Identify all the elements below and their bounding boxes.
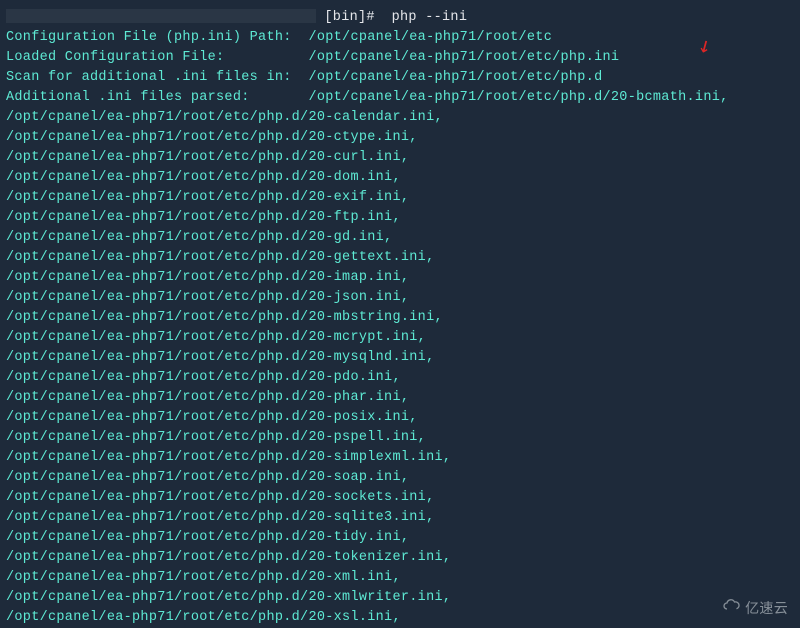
ini-file-entry: /opt/cpanel/ea-php71/root/etc/php.d/20-j… [6, 288, 794, 308]
ini-file-entry: /opt/cpanel/ea-php71/root/etc/php.d/20-s… [6, 448, 794, 468]
scan-dir-value: /opt/cpanel/ea-php71/root/etc/php.d [308, 70, 602, 85]
terminal-output[interactable]: [bin]# php --ini Configuration File (php… [6, 8, 794, 628]
ini-file-entry: /opt/cpanel/ea-php71/root/etc/php.d/20-c… [6, 128, 794, 148]
ini-file-entry: /opt/cpanel/ea-php71/root/etc/php.d/20-g… [6, 248, 794, 268]
config-path-line: Configuration File (php.ini) Path: /opt/… [6, 28, 794, 48]
ini-file-entry: /opt/cpanel/ea-php71/root/etc/php.d/20-p… [6, 368, 794, 388]
ini-file-entry: /opt/cpanel/ea-php71/root/etc/php.d/20-x… [6, 608, 794, 628]
ini-file-entry: /opt/cpanel/ea-php71/root/etc/php.d/20-p… [6, 408, 794, 428]
additional-ini-label: Additional .ini files parsed: [6, 90, 308, 105]
ini-file-entry: /opt/cpanel/ea-php71/root/etc/php.d/20-x… [6, 568, 794, 588]
ini-file-entry: /opt/cpanel/ea-php71/root/etc/php.d/20-g… [6, 228, 794, 248]
ini-file-entry: /opt/cpanel/ea-php71/root/etc/php.d/20-m… [6, 348, 794, 368]
additional-ini-value: /opt/cpanel/ea-php71/root/etc/php.d/20-b… [308, 90, 728, 105]
ini-file-entry: /opt/cpanel/ea-php71/root/etc/php.d/20-p… [6, 388, 794, 408]
ini-file-entry: /opt/cpanel/ea-php71/root/etc/php.d/20-d… [6, 168, 794, 188]
config-path-label: Configuration File (php.ini) Path: [6, 30, 308, 45]
additional-ini-line: Additional .ini files parsed: /opt/cpane… [6, 88, 794, 108]
scan-dir-label: Scan for additional .ini files in: [6, 70, 308, 85]
ini-file-entry: /opt/cpanel/ea-php71/root/etc/php.d/20-s… [6, 508, 794, 528]
config-path-value: /opt/cpanel/ea-php71/root/etc [308, 30, 552, 45]
ini-file-entry: /opt/cpanel/ea-php71/root/etc/php.d/20-t… [6, 528, 794, 548]
loaded-config-label: Loaded Configuration File: [6, 50, 308, 65]
ini-file-entry: /opt/cpanel/ea-php71/root/etc/php.d/20-c… [6, 148, 794, 168]
ini-file-entry: /opt/cpanel/ea-php71/root/etc/php.d/20-c… [6, 108, 794, 128]
prompt-line: [bin]# php --ini [6, 8, 794, 28]
ini-file-entry: /opt/cpanel/ea-php71/root/etc/php.d/20-s… [6, 488, 794, 508]
ini-file-entry: /opt/cpanel/ea-php71/root/etc/php.d/20-f… [6, 208, 794, 228]
prompt-command: [bin]# php --ini [316, 10, 467, 25]
loaded-config-line: Loaded Configuration File: /opt/cpanel/e… [6, 48, 794, 68]
ini-file-entry: /opt/cpanel/ea-php71/root/etc/php.d/20-t… [6, 548, 794, 568]
ini-file-entry: /opt/cpanel/ea-php71/root/etc/php.d/20-e… [6, 188, 794, 208]
ini-file-entry: /opt/cpanel/ea-php71/root/etc/php.d/20-p… [6, 428, 794, 448]
ini-file-entry: /opt/cpanel/ea-php71/root/etc/php.d/20-m… [6, 308, 794, 328]
ini-file-entry: /opt/cpanel/ea-php71/root/etc/php.d/20-m… [6, 328, 794, 348]
ini-file-list: /opt/cpanel/ea-php71/root/etc/php.d/20-c… [6, 108, 794, 628]
prompt-host-redacted [6, 9, 316, 23]
ini-file-entry: /opt/cpanel/ea-php71/root/etc/php.d/20-x… [6, 588, 794, 608]
ini-file-entry: /opt/cpanel/ea-php71/root/etc/php.d/20-i… [6, 268, 794, 288]
loaded-config-value: /opt/cpanel/ea-php71/root/etc/php.ini [308, 50, 619, 65]
ini-file-entry: /opt/cpanel/ea-php71/root/etc/php.d/20-s… [6, 468, 794, 488]
scan-dir-line: Scan for additional .ini files in: /opt/… [6, 68, 794, 88]
